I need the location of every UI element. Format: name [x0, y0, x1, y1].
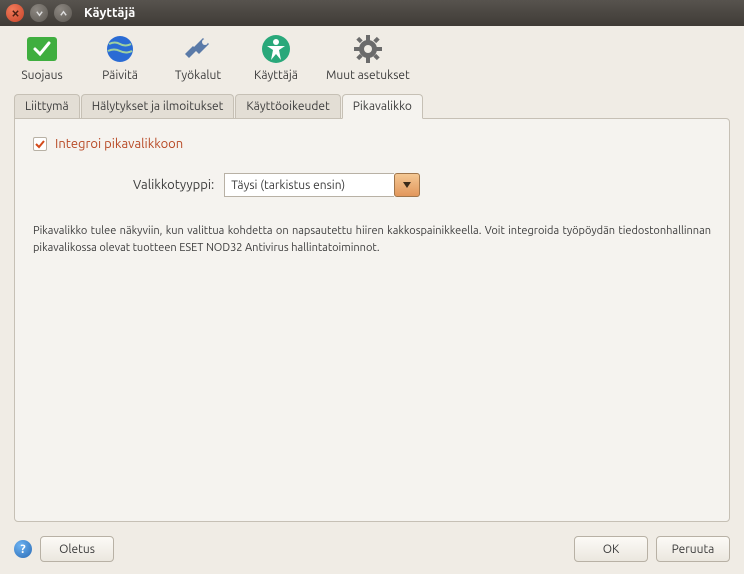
default-button[interactable]: Oletus: [40, 536, 114, 562]
toolbar-item-protection[interactable]: Suojaus: [14, 32, 70, 82]
menu-type-row: Valikkotyyppi: Täysi (tarkistus ensin): [133, 173, 711, 197]
toolbar-label: Muut asetukset: [326, 69, 410, 82]
checkbox-label: Integroi pikavalikkoon: [55, 137, 183, 151]
chevron-down-icon: [403, 182, 411, 188]
cancel-button[interactable]: Peruuta: [656, 536, 730, 562]
integrate-checkbox-row[interactable]: Integroi pikavalikkoon: [33, 137, 711, 151]
titlebar: Käyttäjä: [0, 0, 744, 26]
bottom-bar: ? Oletus OK Peruuta: [0, 532, 744, 574]
tab-context-menu[interactable]: Pikavalikko: [342, 94, 423, 119]
maximize-icon[interactable]: [54, 4, 72, 22]
toolbar-item-tools[interactable]: Työkalut: [170, 32, 226, 82]
menu-type-value[interactable]: Täysi (tarkistus ensin): [224, 173, 394, 197]
tab-permissions[interactable]: Käyttöoikeudet: [235, 94, 340, 119]
tabstrip: Liittymä Hälytykset ja ilmoitukset Käytt…: [14, 94, 730, 119]
toolbar: Suojaus Päivitä Työkalut K: [0, 26, 744, 86]
tools-icon: [181, 32, 215, 66]
toolbar-label: Päivitä: [102, 69, 138, 82]
checkbox-checked-icon[interactable]: [33, 137, 47, 151]
toolbar-item-other-settings[interactable]: Muut asetukset: [326, 32, 410, 82]
toolbar-label: Työkalut: [175, 69, 221, 82]
accessibility-icon: [259, 32, 293, 66]
toolbar-item-user[interactable]: Käyttäjä: [248, 32, 304, 82]
menu-type-select[interactable]: Täysi (tarkistus ensin): [224, 173, 420, 197]
gear-icon: [351, 32, 385, 66]
toolbar-label: Käyttäjä: [254, 69, 298, 82]
shield-check-icon: [25, 32, 59, 66]
tab-alerts[interactable]: Hälytykset ja ilmoitukset: [81, 94, 235, 119]
toolbar-item-update[interactable]: Päivitä: [92, 32, 148, 82]
minimize-icon[interactable]: [30, 4, 48, 22]
dropdown-button[interactable]: [394, 173, 420, 197]
tab-interface[interactable]: Liittymä: [14, 94, 80, 119]
description-text: Pikavalikko tulee näkyviin, kun valittua…: [33, 223, 711, 256]
menu-type-label: Valikkotyyppi:: [133, 178, 214, 192]
ok-button[interactable]: OK: [574, 536, 648, 562]
toolbar-label: Suojaus: [21, 69, 62, 82]
help-icon[interactable]: ?: [14, 540, 32, 558]
globe-icon: [103, 32, 137, 66]
close-icon[interactable]: [6, 4, 24, 22]
tab-panel-context-menu: Integroi pikavalikkoon Valikkotyyppi: Tä…: [14, 118, 730, 522]
window-title: Käyttäjä: [84, 6, 135, 20]
